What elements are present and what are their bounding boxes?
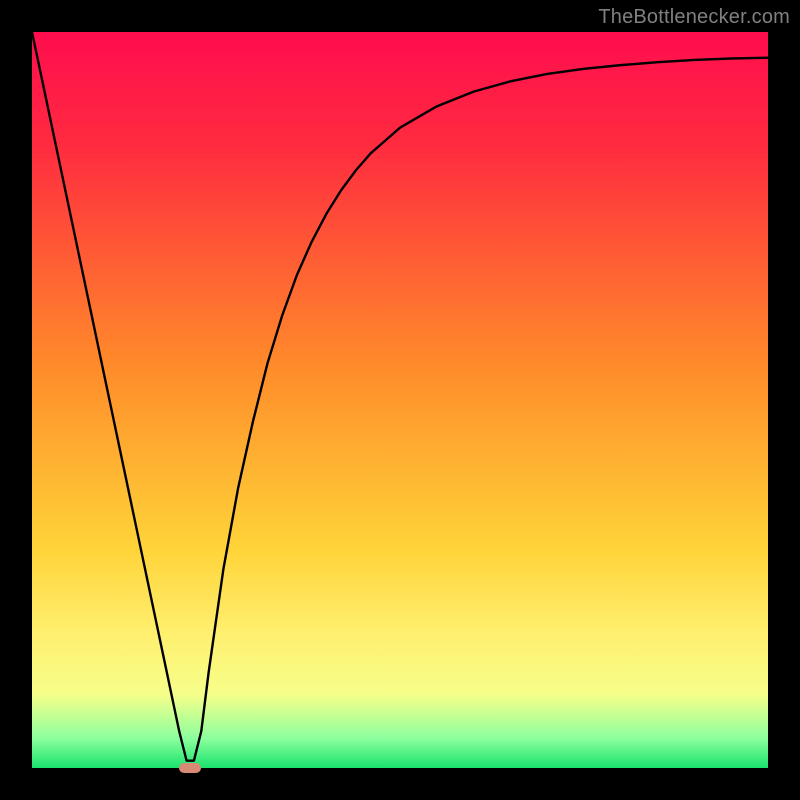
- plot-area: [32, 32, 768, 768]
- chart-stage: TheBottlenecker.com: [0, 0, 800, 800]
- minimum-marker: [179, 763, 201, 773]
- watermark-text: TheBottlenecker.com: [598, 6, 790, 29]
- curve-svg: [32, 32, 768, 768]
- bottleneck-curve: [32, 32, 768, 761]
